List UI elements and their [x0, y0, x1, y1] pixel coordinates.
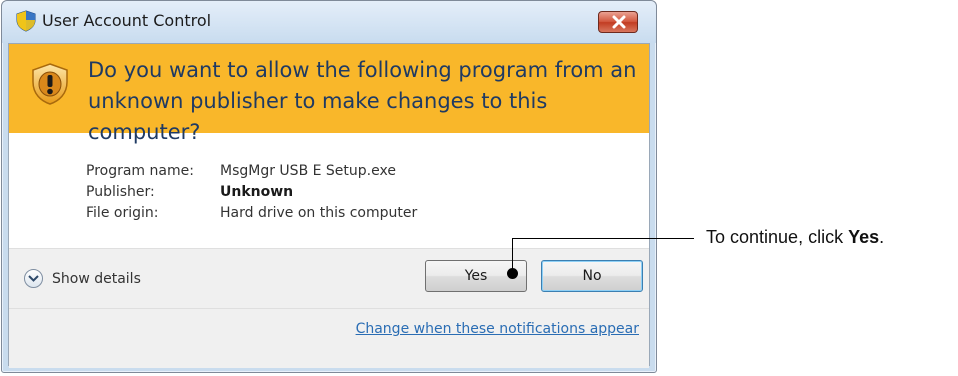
show-details-toggle[interactable]: Show details	[24, 269, 141, 288]
uac-shield-icon	[16, 10, 36, 32]
show-details-label: Show details	[52, 270, 141, 287]
uac-dialog: User Account Control Do you want to allo…	[1, 0, 657, 373]
dialog-footer: Show details Yes No Change when these no…	[9, 248, 649, 368]
no-button[interactable]: No	[541, 260, 643, 292]
dialog-content: Do you want to allow the following progr…	[8, 43, 650, 368]
footer-divider	[9, 308, 649, 309]
publisher-value: Unknown	[220, 184, 294, 200]
file-origin-label: File origin:	[86, 205, 159, 221]
callout-suffix: .	[879, 227, 885, 247]
program-name-label: Program name:	[86, 163, 194, 179]
callout-instruction: To continue, click Yes.	[706, 227, 884, 248]
program-details: Program name: MsgMgr USB E Setup.exe Pub…	[86, 161, 417, 224]
close-button[interactable]	[598, 11, 638, 33]
publisher-label: Publisher:	[86, 184, 155, 200]
chevron-down-icon	[24, 269, 43, 288]
title-bar: User Account Control	[2, 1, 656, 43]
program-name-value: MsgMgr USB E Setup.exe	[220, 163, 396, 179]
change-notifications-link[interactable]: Change when these notifications appear	[356, 321, 639, 337]
window-title: User Account Control	[42, 11, 212, 30]
callout-dot	[507, 268, 518, 279]
callout-line-horizontal	[512, 238, 694, 239]
callout-prefix: To continue, click	[706, 227, 849, 247]
program-name-row: Program name: MsgMgr USB E Setup.exe	[86, 161, 417, 182]
callout-yes: Yes	[848, 227, 880, 247]
file-origin-value: Hard drive on this computer	[220, 205, 418, 221]
file-origin-row: File origin: Hard drive on this computer	[86, 203, 417, 224]
close-icon	[612, 15, 626, 29]
publisher-row: Publisher: Unknown	[86, 182, 417, 203]
warning-shield-icon	[32, 63, 68, 105]
uac-question: Do you want to allow the following progr…	[88, 58, 637, 144]
warning-banner: Do you want to allow the following progr…	[9, 44, 649, 144]
